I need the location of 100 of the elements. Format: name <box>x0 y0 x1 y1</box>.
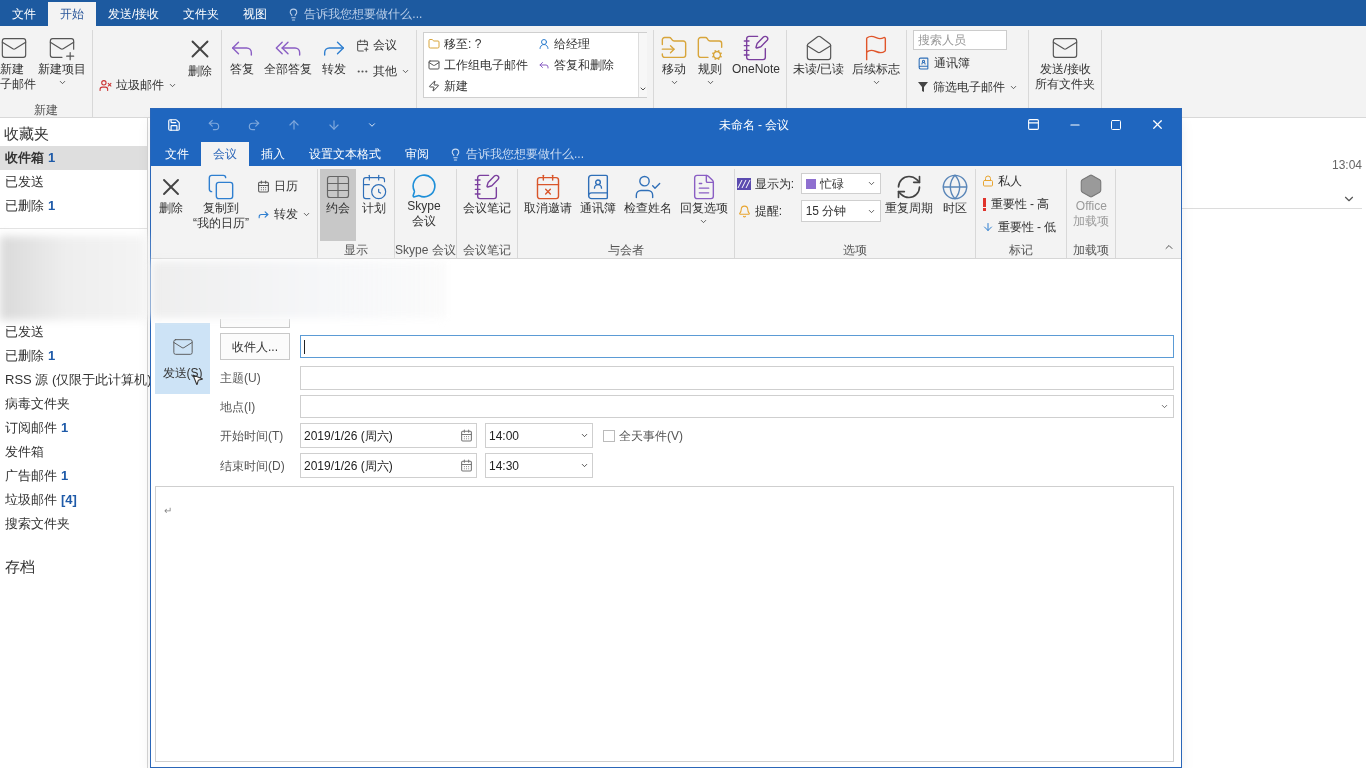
folder-item[interactable]: 垃圾邮件 [4] <box>0 488 147 512</box>
private-button[interactable]: 私人 <box>977 170 1061 192</box>
maximize-icon[interactable] <box>1110 118 1122 131</box>
undo-icon[interactable] <box>207 117 221 132</box>
reminder-dropdown[interactable]: 15 分钟 <box>800 200 881 222</box>
group-label: 显示 <box>344 242 368 259</box>
more-button[interactable]: 其他 <box>352 60 414 82</box>
folder-section-title[interactable]: 收藏夹 <box>4 122 49 146</box>
delete-button[interactable]: 删除 <box>181 30 219 102</box>
quick-step-item[interactable]: 给经理 <box>538 33 634 55</box>
folder-item[interactable]: 已发送 <box>0 320 147 344</box>
address-book-button[interactable]: 通讯簿 <box>575 169 620 241</box>
down-arrow-icon <box>981 221 994 233</box>
response-options-button[interactable]: 回复选项 <box>675 169 732 241</box>
to-field[interactable] <box>300 335 1174 358</box>
field-label: 地点(I) <box>220 398 257 416</box>
forward-button[interactable]: 转发 <box>253 203 315 225</box>
quick-step-item[interactable]: 答复和删除 <box>538 54 634 76</box>
move-button[interactable]: 移动 <box>656 30 692 102</box>
ribbon-tab[interactable]: 插入 <box>249 142 297 166</box>
quick-step-item[interactable]: 工作组电子邮件 <box>428 54 538 76</box>
time-zone-button[interactable]: 时区 <box>936 169 973 241</box>
location-field[interactable] <box>300 395 1174 418</box>
group-label: 选项 <box>842 242 867 259</box>
ribbon-tab[interactable]: 会议 <box>201 142 249 166</box>
time-dropdown[interactable]: 14:00 <box>485 423 593 448</box>
subject-field[interactable] <box>300 366 1174 390</box>
caret-icon <box>669 78 679 87</box>
check-names-button[interactable]: 检查姓名 <box>619 169 676 241</box>
folder-item[interactable]: 已删除 1 <box>0 194 147 218</box>
forward-button[interactable]: 转发 <box>316 30 352 102</box>
send-receive-button[interactable]: 发送/接收 所有文件夹 <box>1031 30 1100 102</box>
calendar-icon <box>460 429 473 442</box>
date-field[interactable]: 2019/1/26 (周六) <box>300 453 477 478</box>
ribbon-tab[interactable]: 发送/接收 <box>96 2 172 26</box>
quick-step-item[interactable]: 移至: ? <box>428 33 538 55</box>
junk-button[interactable]: 垃圾邮件 <box>95 74 181 96</box>
scheduling-button[interactable]: 计划 <box>356 169 392 241</box>
reply-all-button[interactable]: 全部答复 <box>260 30 316 102</box>
folder-item[interactable]: 订阅邮件 1 <box>0 416 147 440</box>
recurrence-button[interactable]: 重复周期 <box>880 169 937 241</box>
down-arrow-icon[interactable] <box>327 117 341 132</box>
rules-button[interactable]: 规则 <box>692 30 728 102</box>
onenote-button[interactable]: OneNote <box>728 30 785 102</box>
appointment-button[interactable]: 约会 <box>320 169 356 241</box>
lock-icon <box>981 175 994 187</box>
address-book-button[interactable]: 通讯簿 <box>913 52 1023 74</box>
meeting-button[interactable]: 会议 <box>352 34 414 56</box>
envelope-icon <box>428 59 440 71</box>
close-icon[interactable] <box>1150 117 1165 132</box>
window-title: 未命名 - 会议 <box>717 116 791 134</box>
meeting-notes-button[interactable]: 会议笔记 <box>458 169 515 241</box>
follow-up-button[interactable]: 后续标志 <box>848 30 905 102</box>
time-dropdown[interactable]: 14:30 <box>485 453 593 478</box>
ribbon-tab[interactable]: 视图 <box>231 2 280 26</box>
up-arrow-icon[interactable] <box>287 117 301 132</box>
folder-item[interactable]: 已发送 <box>0 170 147 194</box>
ribbon-tab[interactable]: 开始 <box>48 2 96 26</box>
save-icon[interactable] <box>167 117 181 132</box>
ribbon-tab[interactable]: 文件 <box>0 2 48 26</box>
all-day-checkbox[interactable] <box>603 429 615 442</box>
search-people-field[interactable]: 搜索人员 <box>913 30 1008 50</box>
folder-item[interactable]: 已删除 1 <box>0 344 147 368</box>
address-book-icon <box>917 56 931 70</box>
tell-me-search[interactable]: 告诉我您想要做什么... <box>441 142 592 166</box>
ribbon-display-icon[interactable] <box>1027 118 1040 131</box>
folder-section-title[interactable]: 存档 <box>0 556 147 579</box>
date-field[interactable]: 2019/1/26 (周六) <box>300 423 477 448</box>
ribbon-tab[interactable]: 设置文本格式 <box>297 142 393 166</box>
folder-icon <box>696 34 724 62</box>
quick-step-item[interactable]: 新建 <box>428 75 538 97</box>
from-button[interactable] <box>220 319 290 328</box>
user-icon <box>538 37 550 50</box>
folder-item[interactable]: 收件箱 1 <box>0 146 147 170</box>
message-body[interactable]: ↵ <box>155 486 1174 762</box>
cancel-invitation-button[interactable]: 取消邀请 <box>519 169 576 241</box>
unread-read-button[interactable]: 未读/已读 <box>789 30 849 102</box>
new-email-button[interactable]: 新建 子邮件 <box>0 30 34 102</box>
delete-button[interactable]: 删除 <box>153 169 189 241</box>
gallery-scrollbar[interactable] <box>638 33 647 97</box>
ribbon-tab[interactable]: 文件 <box>153 142 201 166</box>
show-as-dropdown[interactable]: 忙碌 <box>800 173 881 194</box>
low-importance-button[interactable]: 重要性 - 低 <box>977 216 1061 238</box>
to-button[interactable]: 收件人... <box>220 333 290 360</box>
high-importance-button[interactable]: 重要性 - 高 <box>977 193 1061 215</box>
ribbon-tab[interactable]: 审阅 <box>393 142 441 166</box>
calendar-icon <box>356 38 369 52</box>
tell-me-search[interactable]: 告诉我您想要做什么... <box>279 2 431 26</box>
folder-item[interactable]: 发件箱 <box>0 440 147 464</box>
folder-item[interactable]: 广告邮件 1 <box>0 464 147 488</box>
folder-item[interactable]: 搜索文件夹 <box>0 512 147 536</box>
folder-item[interactable]: 病毒文件夹 <box>0 392 147 416</box>
skype-meeting-button[interactable]: Skype 会议 <box>397 169 451 241</box>
copy-to-calendar-button[interactable]: 复制到 “我的日历” <box>189 169 253 241</box>
calendar-button[interactable]: 日历 <box>253 175 315 197</box>
ribbon-tab[interactable]: 文件夹 <box>171 2 232 26</box>
redo-icon[interactable] <box>247 117 261 132</box>
reply-button[interactable]: 答复 <box>224 30 260 102</box>
field-label: 提醒: <box>754 203 784 220</box>
filter-email-button[interactable]: 筛选电子邮件 <box>913 76 1023 98</box>
